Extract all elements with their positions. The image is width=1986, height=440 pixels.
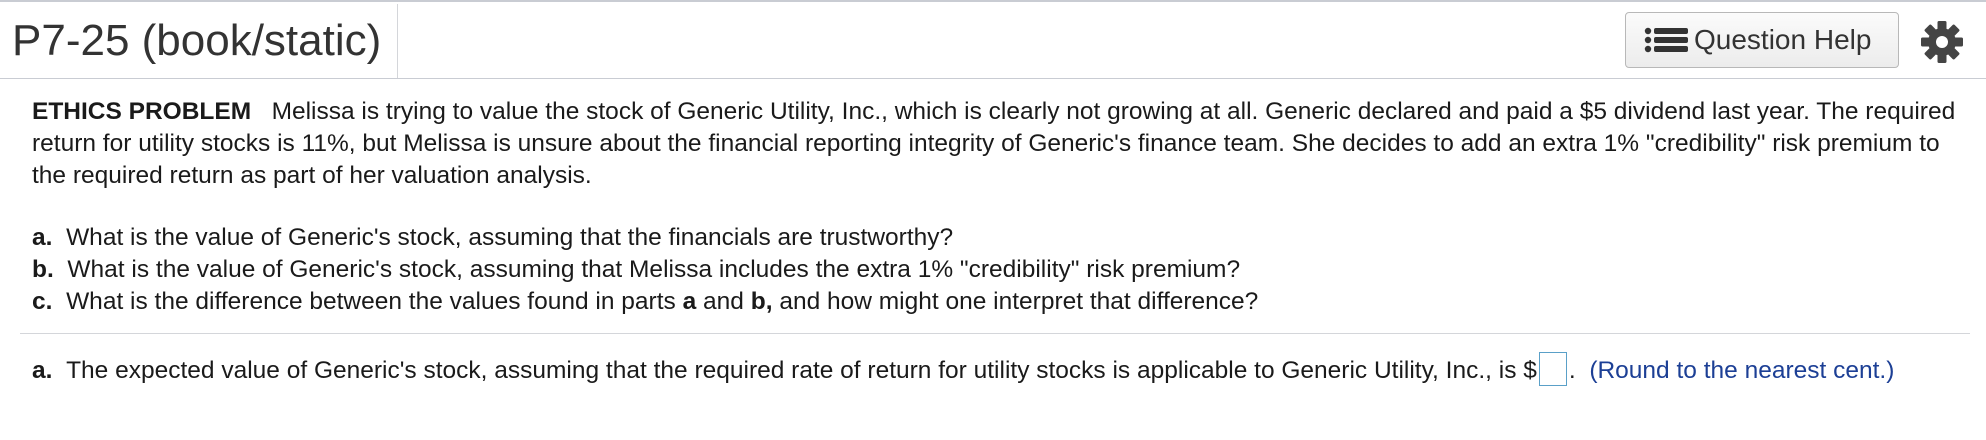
gear-icon[interactable] [1920,20,1964,64]
part-c-bold-b: b, [750,288,773,315]
section-divider [20,333,1970,334]
part-b-text: What is the value of Generic's stock, as… [67,256,1241,283]
header-bar: P7-25 (book/static) Question Help [0,2,1986,79]
problem-statement: ETHICS PROBLEM Melissa is trying to valu… [32,96,1957,192]
problem-text: Melissa is trying to value the stock of … [32,98,1956,189]
part-c-bold-a: a [682,288,697,315]
page-title: P7-25 (book/static) [12,16,382,65]
question-help-button[interactable]: Question Help [1625,12,1899,68]
question-help-label: Question Help [1694,24,1872,55]
answer-a: a. The expected value of Generic's stock… [32,351,1957,390]
answer-a-suffix: . [1568,357,1576,384]
answer-a-letter: a. [32,357,53,384]
part-c: c. What is the difference between the va… [32,286,1957,318]
part-c-text-3: and how might one interpret that differe… [779,288,1259,315]
part-c-letter: c. [32,288,53,315]
title-divider [397,4,398,78]
problem-lead: ETHICS PROBLEM [32,98,252,125]
rounding-hint: (Round to the nearest cent.) [1589,357,1895,384]
part-b: b. What is the value of Generic's stock,… [32,254,1957,286]
part-c-text-2: and [703,288,744,315]
part-a-letter: a. [32,224,53,251]
list-icon [1644,27,1688,53]
part-b-letter: b. [32,256,54,283]
part-c-text-1: What is the difference between the value… [66,288,676,315]
question-parts: a. What is the value of Generic's stock,… [32,222,1957,318]
answer-a-prefix: The expected value of Generic's stock, a… [66,357,1537,384]
answer-input[interactable] [1538,351,1567,386]
part-a-text: What is the value of Generic's stock, as… [66,224,954,251]
part-a: a. What is the value of Generic's stock,… [32,222,1957,254]
